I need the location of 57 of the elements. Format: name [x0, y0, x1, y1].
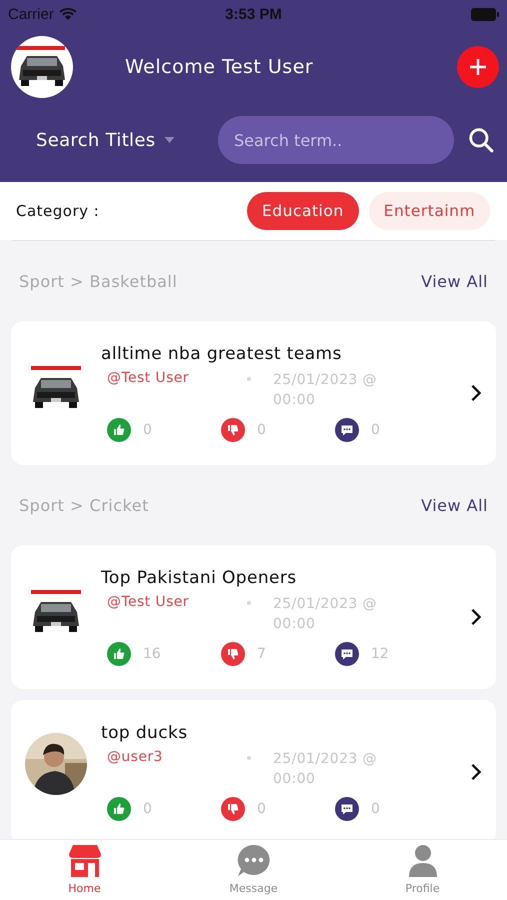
view-all-link[interactable]: View All: [421, 496, 488, 514]
search-icon[interactable]: [468, 127, 494, 153]
post-title: alltime nba greatest teams: [101, 344, 343, 364]
thumbs-up-icon[interactable]: [107, 797, 131, 821]
chevron-right-icon[interactable]: [470, 763, 482, 781]
likes-count: 16: [143, 646, 161, 662]
chevron-right-icon[interactable]: [470, 608, 482, 626]
likes-count: 0: [143, 422, 152, 438]
search-field[interactable]: Search term..: [218, 116, 454, 164]
carrier-label: Carrier: [8, 6, 54, 22]
thumbs-up-icon[interactable]: [107, 418, 131, 442]
post-card[interactable]: top ducks @user3 25/01/2023 @ 00:00 0 0 0: [11, 700, 496, 839]
post-date: 25/01/2023 @ 00:00: [273, 750, 378, 789]
post-date: 25/01/2023 @ 00:00: [273, 595, 378, 634]
dislikes-count: 0: [257, 801, 266, 817]
view-all-link[interactable]: View All: [421, 272, 488, 290]
thumbs-up-icon[interactable]: [107, 642, 131, 666]
post-card[interactable]: Top Pakistani Openers @Test User 25/01/2023 @ 00:00 16 7 12: [11, 545, 496, 689]
post-author: @Test User: [107, 594, 190, 610]
thumbs-down-icon[interactable]: [221, 418, 245, 442]
status-time: 3:53 PM: [225, 6, 282, 22]
post-author: @user3: [107, 749, 164, 765]
dislikes-count: 7: [257, 646, 266, 662]
section-path: Sport > Basketball: [19, 272, 178, 290]
comment-icon[interactable]: [335, 642, 359, 666]
category-chip[interactable]: Education: [247, 192, 359, 230]
likes-count: 0: [143, 801, 152, 817]
comment-icon[interactable]: [335, 797, 359, 821]
post-card[interactable]: alltime nba greatest teams @Test User 25/01/2023 @ 00:00 0 0 0: [11, 321, 496, 465]
post-title: Top Pakistani Openers: [101, 568, 298, 588]
post-author: @Test User: [107, 370, 190, 386]
battery-icon: [471, 8, 499, 20]
separator-dot: [247, 377, 251, 381]
storefront-icon: [66, 844, 102, 878]
thumbs-down-icon[interactable]: [221, 642, 245, 666]
comment-icon[interactable]: [335, 418, 359, 442]
chevron-right-icon[interactable]: [470, 384, 482, 402]
post-title: top ducks: [101, 723, 188, 743]
dislikes-count: 0: [257, 422, 266, 438]
comments-count: 0: [371, 422, 380, 438]
chat-bubble-icon: [236, 844, 272, 878]
category-chip[interactable]: Entertainm: [368, 192, 490, 230]
plus-icon: [468, 57, 488, 77]
category-label: Category :: [16, 202, 100, 220]
comments-count: 12: [371, 646, 389, 662]
separator-dot: [247, 601, 251, 605]
caret-icon: [164, 137, 176, 143]
post-date: 25/01/2023 @ 00:00: [273, 371, 378, 410]
search-type-dropdown[interactable]: Search Titles: [36, 130, 218, 150]
thumbs-down-icon[interactable]: [221, 797, 245, 821]
welcome-title: Welcome Test User: [125, 56, 314, 78]
add-button[interactable]: [457, 46, 499, 88]
separator-dot: [247, 756, 251, 760]
section-path: Sport > Cricket: [19, 496, 149, 514]
tab-bar-item[interactable]: Home: [0, 840, 169, 900]
comments-count: 0: [371, 801, 380, 817]
wifi-icon: [58, 7, 77, 21]
